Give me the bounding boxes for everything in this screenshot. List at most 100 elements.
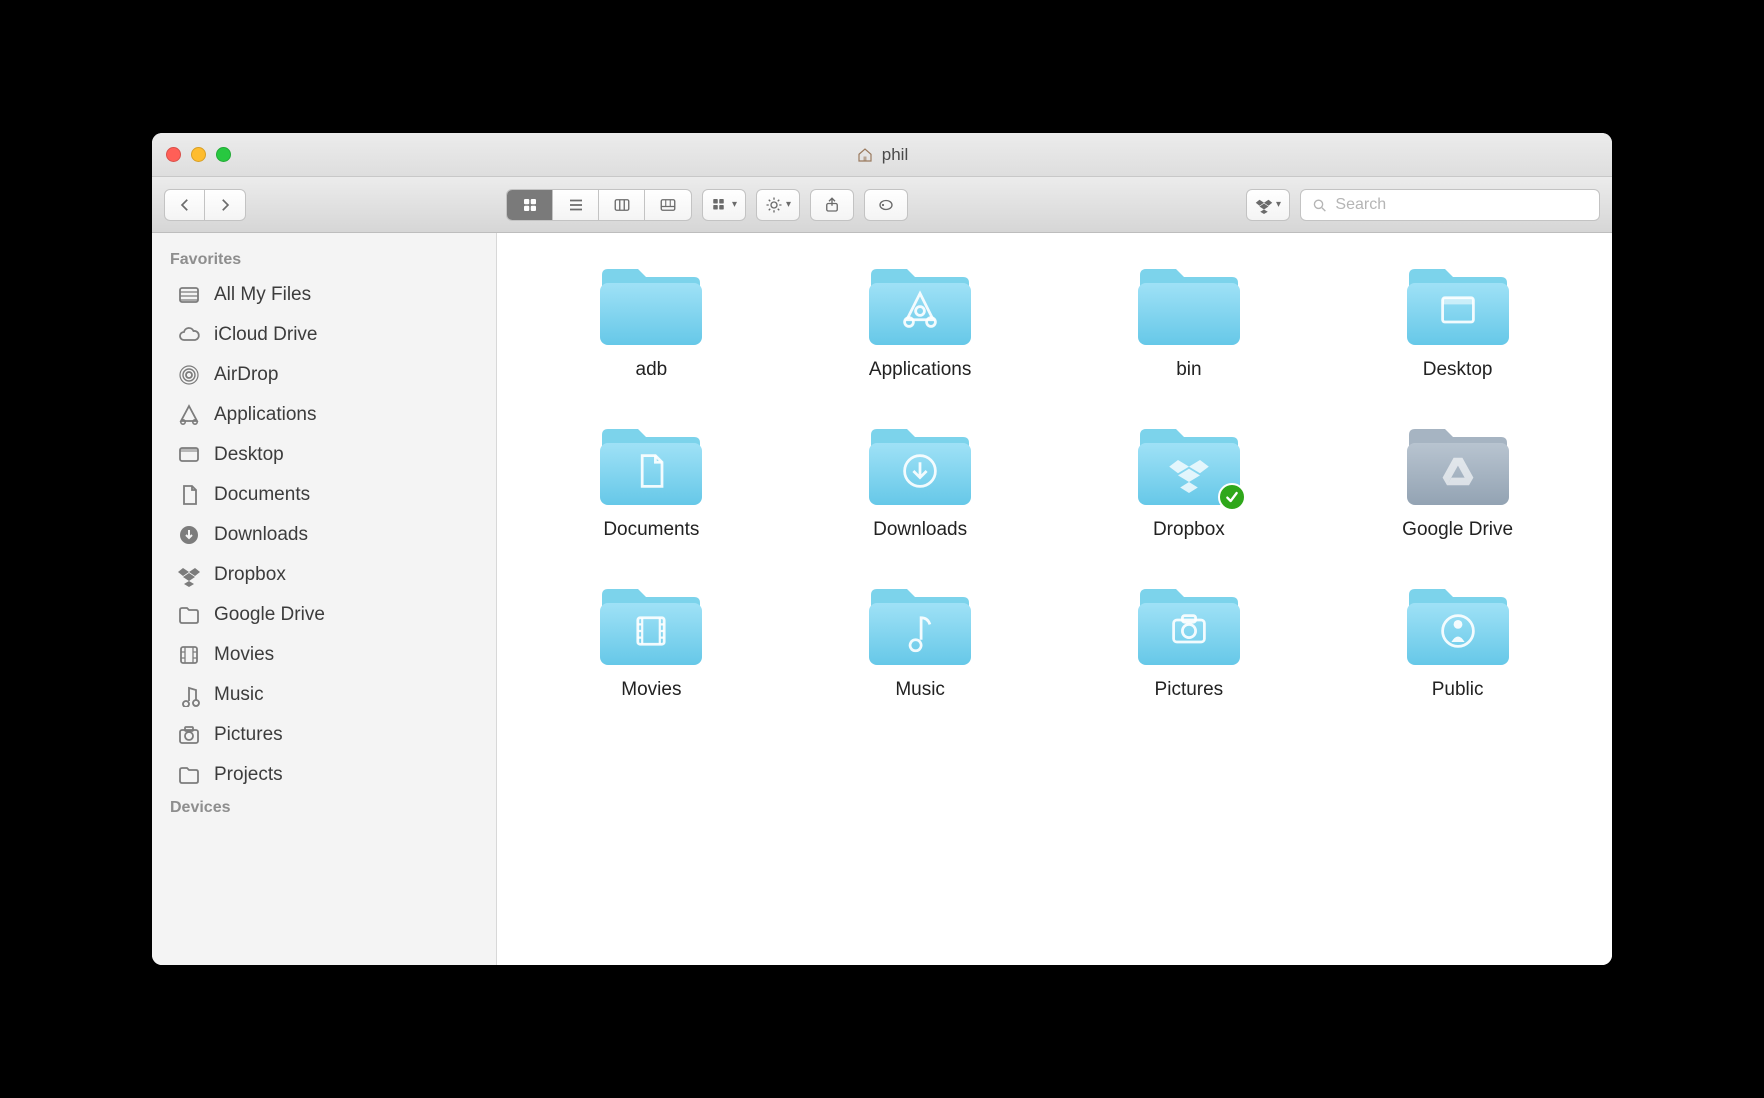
folder-icon: [1403, 261, 1513, 349]
item-bin[interactable]: bin: [1075, 261, 1304, 381]
view-coverflow-button[interactable]: [645, 190, 691, 220]
sidebar-item-google-drive[interactable]: Google Drive: [152, 595, 496, 635]
item-label: Desktop: [1423, 359, 1493, 381]
folder-icon: [1134, 581, 1244, 669]
folder-icon: [1134, 261, 1244, 349]
apps-icon: [176, 402, 202, 428]
item-adb[interactable]: adb: [537, 261, 766, 381]
item-label: Movies: [621, 679, 681, 701]
all-my-files-icon: [176, 282, 202, 308]
zoom-window-button[interactable]: [216, 147, 231, 162]
folder-icon: [1403, 421, 1513, 509]
sidebar-item-label: Applications: [214, 404, 316, 426]
icon-grid: adb Applications bin Desktop Documents: [537, 261, 1572, 701]
item-dropbox[interactable]: Dropbox: [1075, 421, 1304, 541]
item-movies[interactable]: Movies: [537, 581, 766, 701]
dropbox-icon: [176, 562, 202, 588]
sidebar-item-movies[interactable]: Movies: [152, 635, 496, 675]
sidebar-item-icloud-drive[interactable]: iCloud Drive: [152, 315, 496, 355]
body: Favorites All My Files iCloud Drive AirDrop…: [152, 233, 1612, 965]
sidebar-item-dropbox[interactable]: Dropbox: [152, 555, 496, 595]
item-music[interactable]: Music: [806, 581, 1035, 701]
item-label: Google Drive: [1402, 519, 1513, 541]
movies-icon: [176, 642, 202, 668]
view-icon-button[interactable]: [507, 190, 553, 220]
close-window-button[interactable]: [166, 147, 181, 162]
sidebar-item-label: Pictures: [214, 724, 283, 746]
sidebar-section-header: Devices: [152, 795, 496, 823]
sidebar-item-label: Desktop: [214, 444, 284, 466]
item-documents[interactable]: Documents: [537, 421, 766, 541]
item-downloads[interactable]: Downloads: [806, 421, 1035, 541]
share-button[interactable]: [810, 189, 854, 221]
item-pictures[interactable]: Pictures: [1075, 581, 1304, 701]
item-label: adb: [636, 359, 668, 381]
view-column-button[interactable]: [599, 190, 645, 220]
sidebar-item-desktop[interactable]: Desktop: [152, 435, 496, 475]
arrange-button[interactable]: ▾: [702, 189, 746, 221]
item-label: Documents: [603, 519, 699, 541]
item-label: Applications: [869, 359, 971, 381]
item-label: Pictures: [1155, 679, 1224, 701]
item-applications[interactable]: Applications: [806, 261, 1035, 381]
finder-window: phil ▾ ▾ ▾ Favorites All My Files iCloud D…: [152, 133, 1612, 965]
item-label: Music: [895, 679, 945, 701]
sidebar-item-applications[interactable]: Applications: [152, 395, 496, 435]
sidebar-item-label: iCloud Drive: [214, 324, 317, 346]
view-list-button[interactable]: [553, 190, 599, 220]
sidebar: Favorites All My Files iCloud Drive AirDrop…: [152, 233, 497, 965]
cloud-icon: [176, 322, 202, 348]
folder-icon: [1403, 581, 1513, 669]
view-mode-segment: [506, 189, 692, 221]
item-google-drive[interactable]: Google Drive: [1343, 421, 1572, 541]
folder-icon: [865, 261, 975, 349]
sidebar-item-label: AirDrop: [214, 364, 278, 386]
folder-icon: [176, 762, 202, 788]
home-icon: [856, 146, 874, 164]
forward-button[interactable]: [205, 190, 245, 220]
folder-icon: [865, 581, 975, 669]
sidebar-item-label: Projects: [214, 764, 283, 786]
sidebar-item-downloads[interactable]: Downloads: [152, 515, 496, 555]
sidebar-item-label: Google Drive: [214, 604, 325, 626]
tags-button[interactable]: [864, 189, 908, 221]
nav-buttons: [164, 189, 246, 221]
window-controls: [166, 147, 231, 162]
search-input[interactable]: [1335, 196, 1589, 214]
sidebar-item-all-my-files[interactable]: All My Files: [152, 275, 496, 315]
sidebar-item-airdrop[interactable]: AirDrop: [152, 355, 496, 395]
item-label: bin: [1176, 359, 1201, 381]
pictures-icon: [176, 722, 202, 748]
sidebar-item-pictures[interactable]: Pictures: [152, 715, 496, 755]
window-title: phil: [152, 145, 1612, 165]
item-public[interactable]: Public: [1343, 581, 1572, 701]
window-title-text: phil: [882, 145, 908, 165]
back-button[interactable]: [165, 190, 205, 220]
titlebar: phil: [152, 133, 1612, 177]
documents-icon: [176, 482, 202, 508]
minimize-window-button[interactable]: [191, 147, 206, 162]
content-area[interactable]: adb Applications bin Desktop Documents: [497, 233, 1612, 965]
airdrop-icon: [176, 362, 202, 388]
folder-icon: [865, 421, 975, 509]
sidebar-item-label: Documents: [214, 484, 310, 506]
sidebar-item-music[interactable]: Music: [152, 675, 496, 715]
search-field[interactable]: [1300, 189, 1600, 221]
folder-icon: [596, 421, 706, 509]
action-button[interactable]: ▾: [756, 189, 800, 221]
search-icon: [1311, 196, 1327, 214]
item-label: Dropbox: [1153, 519, 1225, 541]
item-desktop[interactable]: Desktop: [1343, 261, 1572, 381]
sidebar-item-documents[interactable]: Documents: [152, 475, 496, 515]
item-label: Downloads: [873, 519, 967, 541]
dropbox-toolbar-button[interactable]: ▾: [1246, 189, 1290, 221]
sidebar-section-header: Favorites: [152, 247, 496, 275]
sidebar-item-label: All My Files: [214, 284, 311, 306]
sync-ok-badge-icon: [1218, 483, 1246, 511]
sidebar-item-label: Downloads: [214, 524, 308, 546]
folder-icon: [596, 261, 706, 349]
sidebar-item-label: Music: [214, 684, 264, 706]
folder-icon: [596, 581, 706, 669]
folder-icon: [1134, 421, 1244, 509]
sidebar-item-projects[interactable]: Projects: [152, 755, 496, 795]
